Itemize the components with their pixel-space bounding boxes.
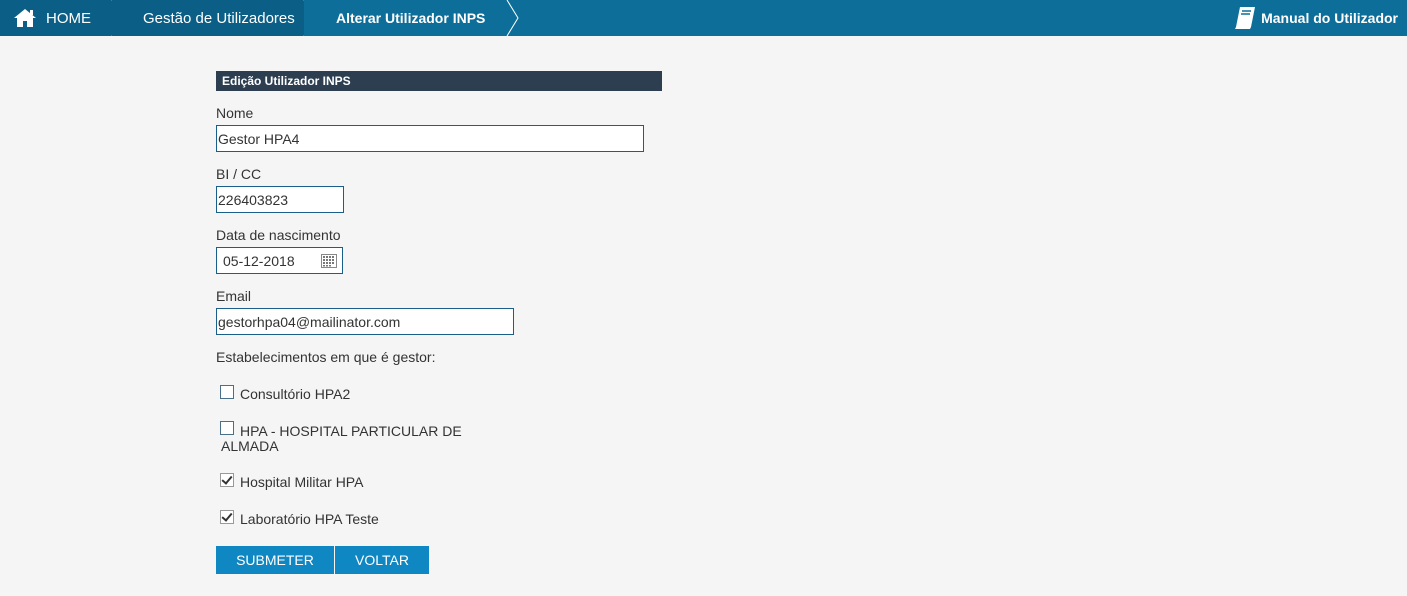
checkbox-label-consultorio-hpa2: Consultório HPA2 xyxy=(240,386,351,402)
breadcrumb-gestao-label: Gestão de Utilizadores xyxy=(143,9,295,27)
calendar-icon[interactable] xyxy=(321,254,337,268)
book-icon xyxy=(1234,6,1256,30)
nome-label: Nome xyxy=(216,105,254,121)
home-icon xyxy=(13,8,37,28)
breadcrumb-separator-icon xyxy=(506,0,519,36)
bi-label: BI / CC xyxy=(216,166,262,182)
breadcrumb-current-label: Alterar Utilizador INPS xyxy=(336,10,486,26)
checkbox-hospital-militar-hpa[interactable] xyxy=(220,473,234,487)
section-title: Edição Utilizador INPS xyxy=(216,71,662,91)
nome-input[interactable] xyxy=(216,125,644,152)
breadcrumb-home-label: HOME xyxy=(46,9,91,27)
checkbox-label-hospital-militar-hpa: Hospital Militar HPA xyxy=(240,474,364,490)
checkbox-label-hpa-almada-line1: HPA - HOSPITAL PARTICULAR DE xyxy=(240,423,462,439)
data-nascimento-label: Data de nascimento xyxy=(216,227,341,243)
top-navigation-bar: HOME Gestão de Utilizadores Alterar Util… xyxy=(0,0,1407,36)
email-input[interactable] xyxy=(216,308,514,335)
checkbox-label-hpa-almada-line2: ALMADA xyxy=(221,438,279,454)
manual-label: Manual do Utilizador xyxy=(1261,10,1398,26)
checkbox-label-laboratorio-hpa-teste: Laboratório HPA Teste xyxy=(240,511,379,527)
email-label: Email xyxy=(216,288,252,304)
breadcrumb-home[interactable]: HOME xyxy=(0,0,112,36)
breadcrumb-current: Alterar Utilizador INPS xyxy=(304,0,514,36)
checkbox-hpa-almada[interactable] xyxy=(220,421,234,435)
bi-input[interactable] xyxy=(216,186,344,213)
checkbox-laboratorio-hpa-teste[interactable] xyxy=(220,510,234,524)
submit-button[interactable]: SUBMETER xyxy=(216,546,334,574)
checkbox-consultorio-hpa2[interactable] xyxy=(220,385,234,399)
estabelecimentos-label: Estabelecimentos em que é gestor: xyxy=(216,349,436,365)
breadcrumb-gestao-utilizadores[interactable]: Gestão de Utilizadores xyxy=(112,0,304,36)
back-button[interactable]: VOLTAR xyxy=(335,546,429,574)
manual-utilizador-link[interactable]: Manual do Utilizador xyxy=(1234,0,1398,36)
